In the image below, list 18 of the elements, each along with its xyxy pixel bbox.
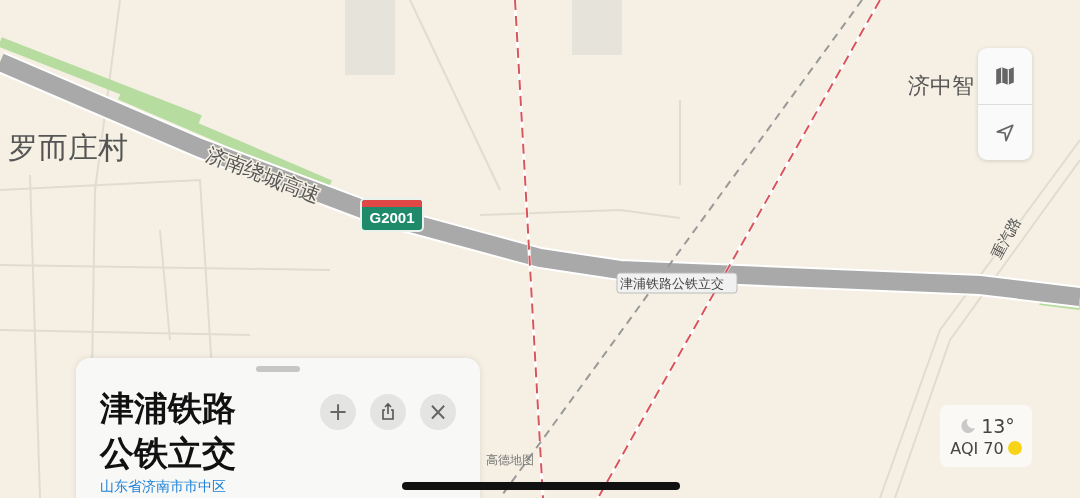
place-label: 津浦铁路公铁立交 [620, 276, 724, 291]
place-title: 津浦铁路 公铁立交 [100, 387, 236, 475]
location-arrow-icon [994, 121, 1016, 144]
road-label: 重汽路 [987, 213, 1025, 262]
drag-handle[interactable] [256, 366, 300, 372]
place-label: 济中智 [908, 73, 974, 98]
address-link[interactable]: 山东省济南市市中区 [100, 478, 456, 496]
map-attribution: 高德地图 [486, 453, 534, 467]
add-button[interactable]: + [320, 394, 356, 430]
temperature-text: 13° [981, 414, 1015, 437]
map-icon [994, 65, 1016, 87]
close-button[interactable]: × [420, 394, 456, 430]
share-button[interactable] [370, 394, 406, 430]
place-label: 罗而庄村 [8, 130, 128, 165]
weather-widget[interactable]: 13° AQI 70 [940, 405, 1032, 467]
highway-shield: G2001 [360, 198, 424, 232]
aqi-text: AQI 70 [950, 438, 1004, 458]
road-label: 济南绕城高速 [203, 142, 324, 208]
